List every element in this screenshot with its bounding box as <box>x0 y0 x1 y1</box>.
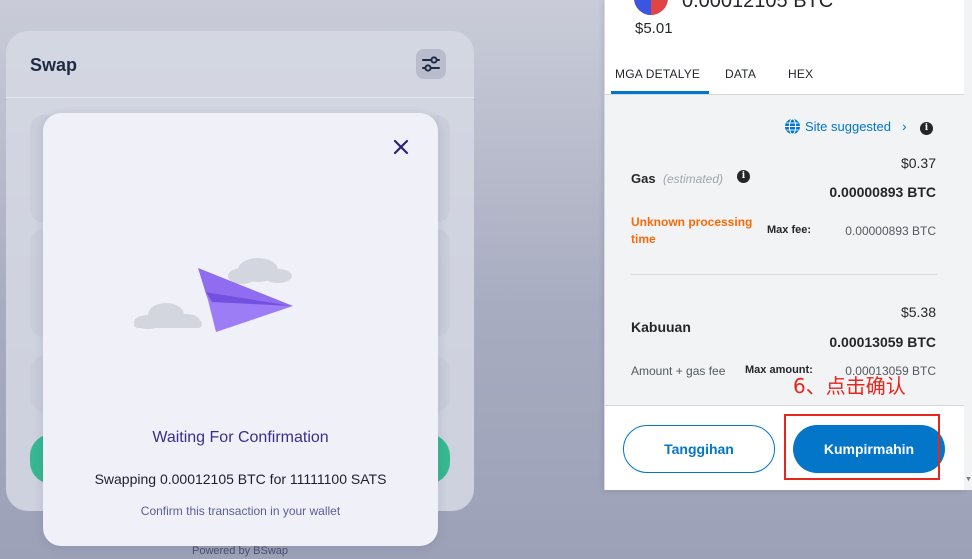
amount-gas-label: Amount + gas fee <box>631 364 726 378</box>
scroll-down-icon[interactable]: ▼ <box>965 476 972 483</box>
tab-hex[interactable]: HEX <box>788 67 813 81</box>
details-panel <box>605 95 964 405</box>
tab-details[interactable]: MGA DETALYE <box>615 67 700 81</box>
cloud-icon <box>134 303 202 329</box>
step-annotation: 6、点击确认 <box>793 374 906 398</box>
max-fee-value: 0.00000893 BTC <box>845 224 936 238</box>
swap-header: Swap <box>6 31 474 98</box>
total-btc: 0.00013059 BTC <box>829 334 936 350</box>
tab-bar: MGA DETALYE DATA HEX <box>605 57 964 95</box>
swap-title: Swap <box>30 55 78 75</box>
settings-button[interactable] <box>416 49 446 79</box>
paper-plane-illustration <box>128 248 303 338</box>
cloud-icon <box>228 258 292 284</box>
info-icon[interactable]: i <box>920 122 933 135</box>
info-icon[interactable]: i <box>737 170 750 183</box>
coin-icon <box>632 0 670 16</box>
processing-time-warning: Unknown processing time <box>631 215 753 246</box>
waiting-modal: Waiting For Confirmation Swapping 0.0001… <box>43 113 438 546</box>
modal-message: Swapping 0.00012105 BTC for 11111100 SAT… <box>94 471 387 487</box>
powered-by-text: Powered by BSwap <box>192 545 288 557</box>
transaction-amount-usd: $5.01 <box>635 20 673 37</box>
tab-active-underline <box>611 91 709 94</box>
site-suggested-label: Site suggested <box>805 119 892 134</box>
transaction-amount: 0.00012105 BTC <box>682 0 834 12</box>
chevron-right-icon: › <box>902 118 907 134</box>
gas-fee-usd: $0.37 <box>900 155 936 171</box>
scrollbar[interactable] <box>964 0 972 490</box>
modal-title: Waiting For Confirmation <box>152 429 329 446</box>
reject-button[interactable]: Tanggihan <box>623 425 775 473</box>
settings-sliders-icon <box>422 56 440 72</box>
tab-data[interactable]: DATA <box>725 67 756 81</box>
gas-fee-btc: 0.00000893 BTC <box>829 184 936 200</box>
modal-hint: Confirm this transaction in your wallet <box>140 504 341 518</box>
globe-icon <box>785 118 800 135</box>
gas-estimated-label: (estimated) <box>663 172 724 186</box>
modal-close-button[interactable] <box>391 137 411 157</box>
close-icon <box>393 139 409 155</box>
divider <box>631 274 937 275</box>
gas-label: Gas <box>631 171 656 186</box>
max-fee-label: Max fee: <box>767 224 812 236</box>
annotation-highlight-box <box>784 414 940 480</box>
total-usd: $5.38 <box>900 304 936 320</box>
total-label: Kabuuan <box>631 319 691 335</box>
